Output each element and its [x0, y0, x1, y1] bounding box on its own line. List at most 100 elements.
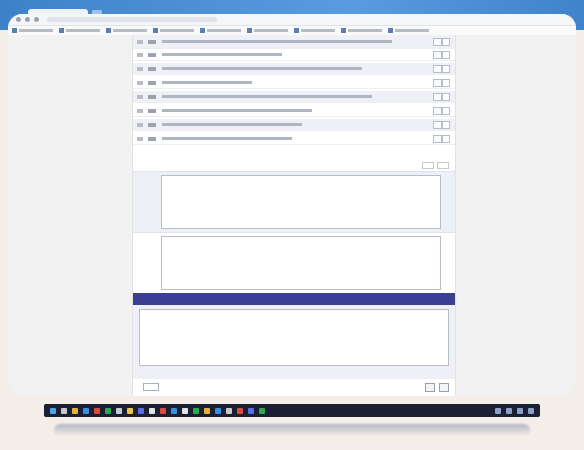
survey-form [132, 35, 456, 396]
bookmark-icon [12, 28, 17, 33]
bookmark-item[interactable] [247, 28, 288, 33]
score-input[interactable] [433, 134, 442, 143]
comment-textarea[interactable] [161, 236, 441, 290]
tray-icon[interactable] [528, 407, 534, 414]
score-input-secondary[interactable] [442, 50, 450, 59]
question-text [162, 109, 312, 112]
tray-icon[interactable] [517, 407, 523, 414]
form-footer [133, 382, 455, 392]
os-taskbar [44, 404, 540, 417]
score-input-secondary[interactable] [442, 78, 450, 87]
score-input-secondary[interactable] [442, 37, 450, 46]
question-code [148, 66, 156, 71]
taskbar-app-icon[interactable] [94, 407, 100, 414]
bookmark-item[interactable] [106, 28, 147, 33]
taskbar-app-icon[interactable] [116, 407, 122, 414]
bookmark-icon [153, 28, 158, 33]
taskbar-app-icon[interactable] [105, 407, 111, 414]
score-input[interactable] [433, 92, 442, 101]
question-number [137, 80, 143, 85]
score-input-secondary[interactable] [442, 106, 450, 115]
score-input-secondary[interactable] [442, 120, 450, 129]
question-code [148, 80, 156, 85]
question-number [137, 122, 143, 127]
browser-window [8, 14, 576, 396]
section-textarea[interactable] [139, 309, 449, 366]
bookmark-item[interactable] [388, 28, 429, 33]
footer-button-2[interactable] [439, 382, 449, 392]
bookmark-item[interactable] [12, 28, 53, 33]
taskbar-app-icon[interactable] [193, 407, 199, 414]
score-input-secondary[interactable] [442, 64, 450, 73]
question-number [137, 94, 143, 99]
taskbar-app-icon[interactable] [215, 407, 221, 414]
bookmark-icon [247, 28, 252, 33]
footer-button-1[interactable] [425, 382, 435, 392]
taskbar-app-icon[interactable] [72, 407, 78, 414]
question-code [148, 122, 156, 127]
tray-icon[interactable] [506, 407, 512, 414]
forward-icon[interactable] [25, 17, 30, 22]
taskbar-app-icon[interactable] [61, 407, 67, 414]
taskbar-app-icon[interactable] [138, 407, 144, 414]
bookmark-icon [200, 28, 205, 33]
score-input[interactable] [433, 50, 442, 59]
start-icon[interactable] [50, 407, 56, 414]
taskbar-app-icon[interactable] [160, 407, 166, 414]
question-text [162, 123, 302, 126]
address-bar[interactable] [47, 17, 217, 22]
question-row [133, 77, 455, 89]
question-text [162, 67, 362, 70]
question-text [162, 95, 372, 98]
page-viewport [8, 35, 576, 396]
taskbar-app-icon[interactable] [171, 407, 177, 414]
section-header [133, 293, 455, 305]
taskbar-app-icon[interactable] [149, 407, 155, 414]
bookmark-item[interactable] [153, 28, 194, 33]
bookmark-item[interactable] [59, 28, 100, 33]
taskbar-app-icon[interactable] [182, 407, 188, 414]
section-panel [133, 305, 455, 379]
bookmark-icon [106, 28, 111, 33]
taskbar-app-icon[interactable] [259, 407, 265, 414]
taskbar-app-icon[interactable] [226, 407, 232, 414]
taskbar-app-icon[interactable] [248, 407, 254, 414]
bookmark-item[interactable] [200, 28, 241, 33]
taskbar-app-icon[interactable] [127, 407, 133, 414]
question-text [162, 53, 282, 56]
back-icon[interactable] [16, 17, 21, 22]
question-code [148, 94, 156, 99]
score-input[interactable] [433, 120, 442, 129]
score-input[interactable] [433, 64, 442, 73]
bookmark-item[interactable] [294, 28, 335, 33]
question-code [148, 52, 156, 57]
question-number [137, 39, 143, 44]
question-row [133, 119, 455, 131]
bookmark-icon [59, 28, 64, 33]
question-number [137, 108, 143, 113]
score-input[interactable] [433, 106, 442, 115]
summary-box [422, 161, 434, 169]
score-input[interactable] [433, 78, 442, 87]
comment-textarea[interactable] [161, 175, 441, 229]
bookmark-icon [341, 28, 346, 33]
question-row [133, 133, 455, 145]
reload-icon[interactable] [34, 17, 39, 22]
bookmark-item[interactable] [341, 28, 382, 33]
taskbar-app-icon[interactable] [237, 407, 243, 414]
browser-toolbar [8, 14, 576, 26]
summary-box [437, 161, 449, 169]
question-code [148, 108, 156, 113]
score-input-secondary[interactable] [442, 134, 450, 143]
score-input[interactable] [433, 37, 442, 46]
tray-icon[interactable] [495, 407, 501, 414]
question-number [137, 136, 143, 141]
question-number [137, 52, 143, 57]
taskbar-app-icon[interactable] [204, 407, 210, 414]
footer-select[interactable] [143, 383, 159, 391]
question-row [133, 63, 455, 75]
score-input-secondary[interactable] [442, 92, 450, 101]
question-row [133, 49, 455, 61]
summary-row [133, 161, 455, 169]
taskbar-app-icon[interactable] [83, 407, 89, 414]
